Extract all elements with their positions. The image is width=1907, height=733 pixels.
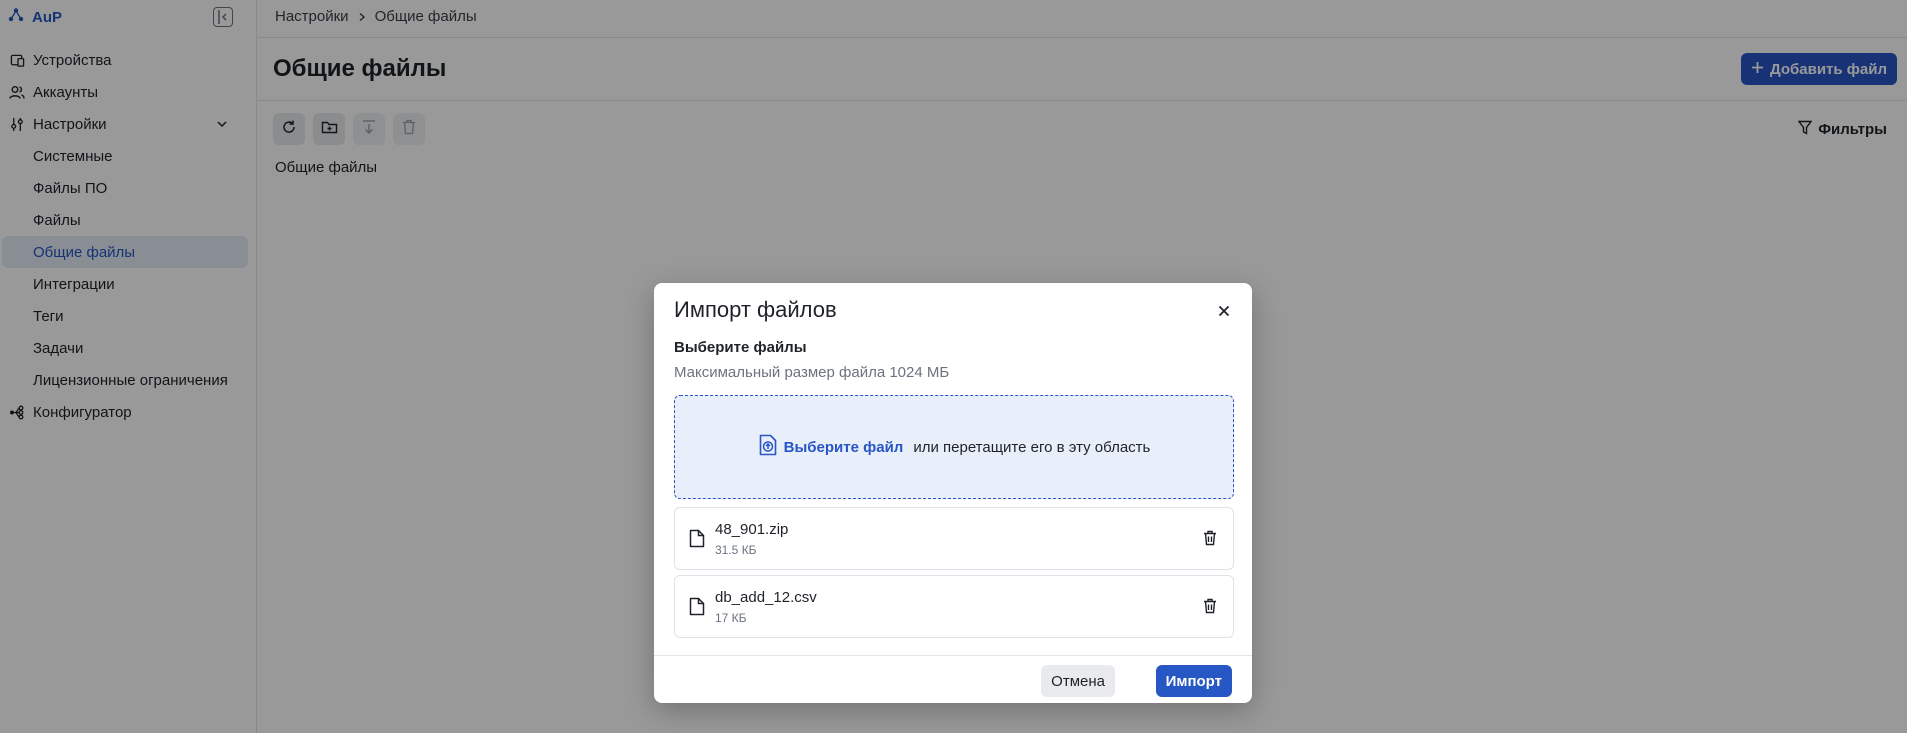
file-size: 31.5 КБ — [715, 543, 757, 557]
import-button[interactable]: Импорт — [1155, 665, 1232, 697]
file-icon — [689, 597, 705, 620]
max-size-hint: Максимальный размер файла 1024 МБ — [674, 364, 950, 381]
close-icon[interactable] — [1216, 303, 1232, 319]
trash-icon[interactable] — [1203, 530, 1217, 550]
select-files-label: Выберите файлы — [674, 339, 807, 356]
file-dropzone[interactable]: Выберите файл или перетащите его в эту о… — [674, 395, 1234, 499]
dialog-title: Импорт файлов — [674, 297, 837, 322]
file-item: 48_901.zip 31.5 КБ — [674, 507, 1234, 570]
import-files-dialog: Импорт файлов Выберите файлы Максимальны… — [654, 283, 1252, 703]
dropzone-hint: или перетащите его в эту область — [913, 438, 1151, 456]
file-name: 48_901.zip — [715, 521, 789, 538]
trash-icon[interactable] — [1203, 598, 1217, 618]
file-item: db_add_12.csv 17 КБ — [674, 575, 1234, 638]
cancel-button[interactable]: Отмена — [1041, 665, 1115, 697]
dialog-footer: Отмена Импорт — [654, 655, 1252, 703]
choose-file-link[interactable]: Выберите файл — [784, 439, 904, 456]
file-name: db_add_12.csv — [715, 589, 817, 606]
file-icon — [689, 529, 705, 552]
file-size: 17 КБ — [715, 611, 747, 625]
file-upload-icon — [758, 434, 778, 460]
